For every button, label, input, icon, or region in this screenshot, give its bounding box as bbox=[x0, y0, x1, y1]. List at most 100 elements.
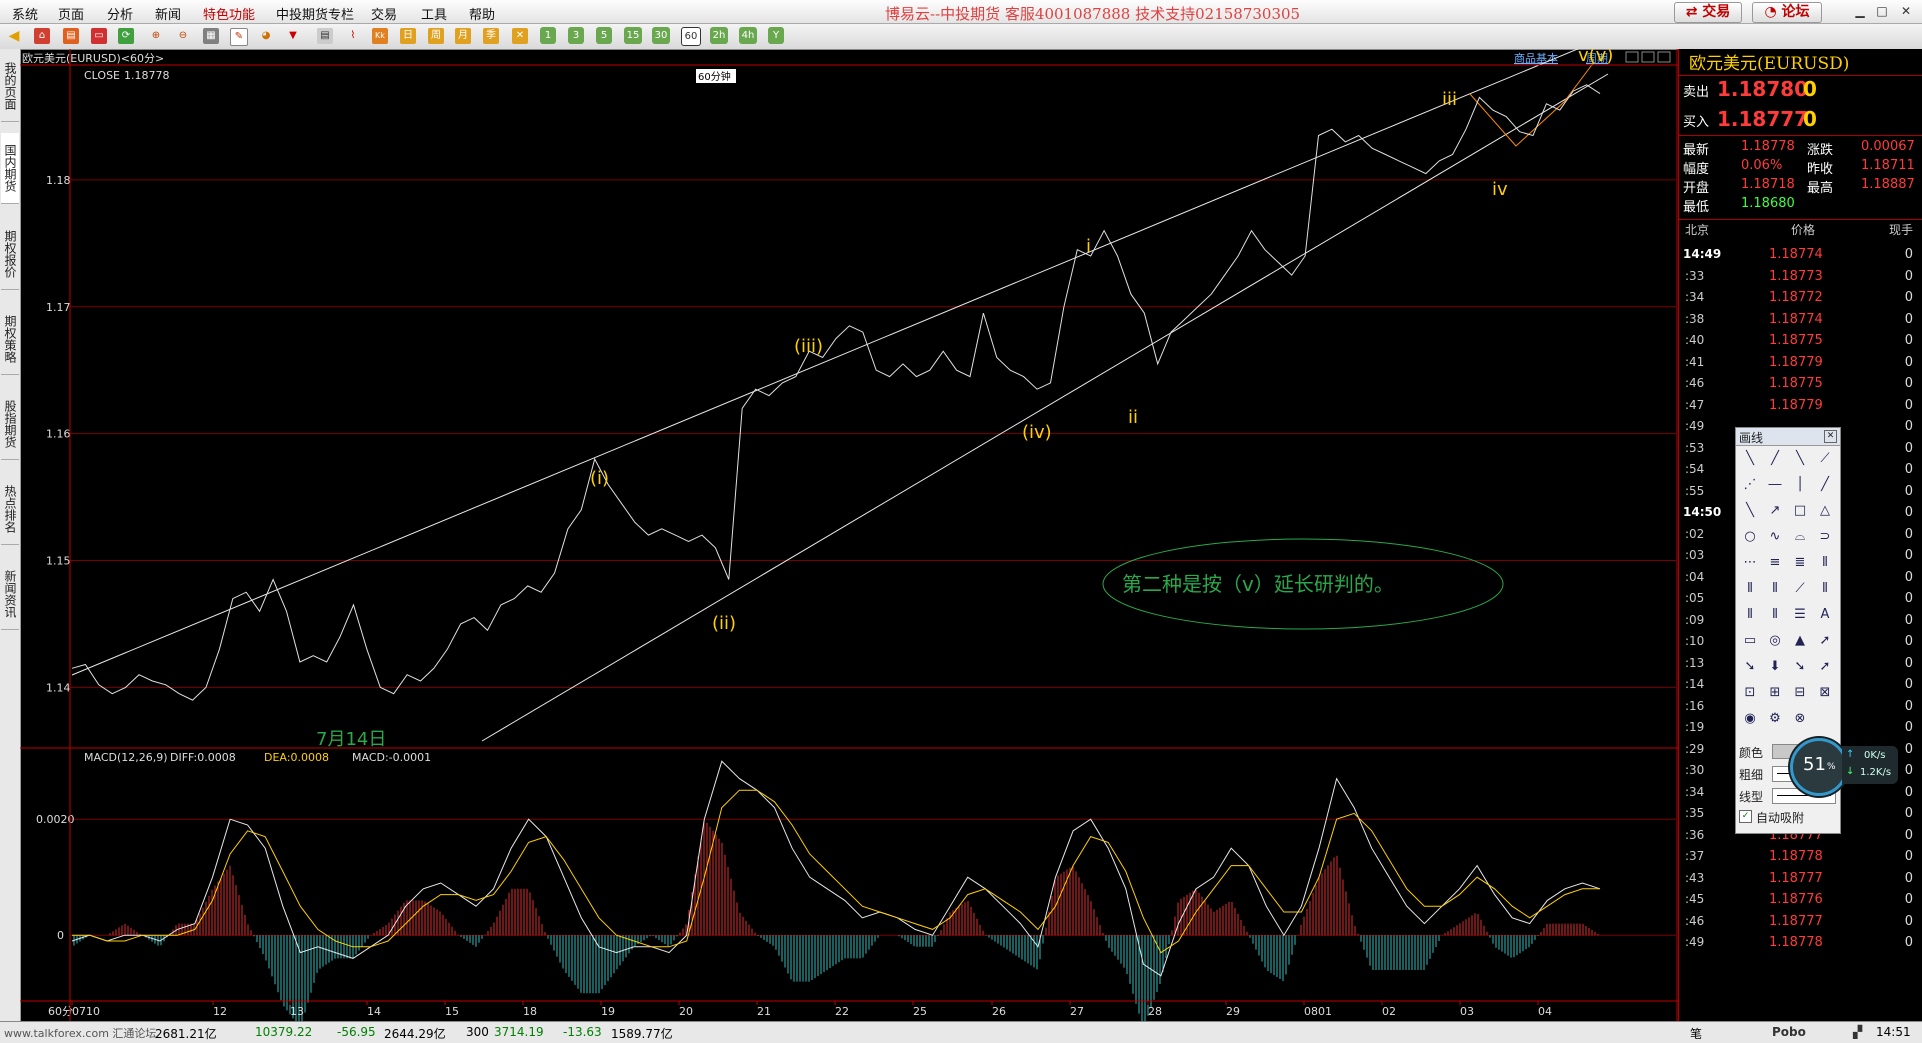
draw-tool-icon[interactable]: ⊡ bbox=[1741, 684, 1759, 702]
draw-tool-icon[interactable]: ╲ bbox=[1741, 502, 1759, 520]
menu-features[interactable]: 特色功能 bbox=[203, 4, 255, 23]
draw-tool-icon[interactable]: ≣ bbox=[1791, 554, 1809, 572]
period-1-button[interactable]: 1 bbox=[540, 27, 556, 44]
layout-icon[interactable]: ▦ bbox=[203, 28, 219, 44]
page-icon[interactable]: ▤ bbox=[63, 28, 79, 44]
tab-domestic-futures[interactable]: 国内期货 bbox=[1, 133, 19, 204]
period-30-button[interactable]: 30 bbox=[652, 27, 670, 44]
draw-tool-icon[interactable]: ⬇ bbox=[1766, 658, 1784, 676]
draw-tool-icon[interactable]: │ bbox=[1791, 476, 1809, 494]
draw-tool-icon[interactable]: ≡ bbox=[1766, 554, 1784, 572]
window-icon[interactable]: ▭ bbox=[91, 28, 107, 44]
kline-icon[interactable]: Kk bbox=[372, 28, 388, 44]
table-icon[interactable]: ▤ bbox=[317, 28, 333, 44]
period-15-button[interactable]: 15 bbox=[624, 27, 642, 44]
day-icon[interactable]: 日 bbox=[400, 28, 416, 44]
draw-tool-icon[interactable]: ⦀ bbox=[1766, 606, 1784, 624]
period-3-button[interactable]: 3 bbox=[568, 27, 584, 44]
draw-tool-icon[interactable]: ― bbox=[1766, 476, 1784, 494]
draw-tool-icon[interactable]: ⦀ bbox=[1741, 606, 1759, 624]
price-chart[interactable]: 欧元美元(EURUSD)<60分> CLOSE 1.18778 60分钟 商品基… bbox=[20, 42, 1678, 1027]
draw-tool-icon[interactable]: □ bbox=[1791, 502, 1809, 520]
forum-button[interactable]: ◔ 论坛 bbox=[1752, 2, 1822, 23]
menu-column[interactable]: 中投期货专栏 bbox=[276, 4, 354, 23]
line-chart-icon[interactable]: ⌇ bbox=[345, 28, 361, 44]
period-2h-button[interactable]: 2h bbox=[710, 27, 728, 44]
week-icon[interactable]: 周 bbox=[428, 28, 444, 44]
pencil-icon[interactable]: ✎ bbox=[230, 28, 248, 46]
draw-tool-icon[interactable]: ➚ bbox=[1816, 632, 1834, 650]
draw-tool-icon[interactable]: ○ bbox=[1741, 528, 1759, 546]
menu-page[interactable]: 页面 bbox=[58, 4, 84, 23]
period-60-button[interactable]: 60 bbox=[681, 27, 701, 46]
menu-trade[interactable]: 交易 bbox=[371, 4, 397, 23]
draw-tool-icon[interactable]: ◎ bbox=[1766, 632, 1784, 650]
draw-tool-icon[interactable]: ⦀ bbox=[1816, 554, 1834, 572]
period-y-button[interactable]: Y bbox=[768, 27, 784, 44]
trade-button[interactable]: ⇄ 交易 bbox=[1674, 2, 1742, 23]
zoom-out-icon[interactable]: ⊖ bbox=[175, 28, 191, 44]
draw-tool-icon[interactable]: ╱ bbox=[1816, 476, 1834, 494]
tab-index-futures[interactable]: 股指期货 bbox=[1, 389, 19, 460]
draw-tool-icon[interactable]: ↗ bbox=[1766, 502, 1784, 520]
chart-max-icon[interactable] bbox=[1641, 51, 1655, 63]
draw-tool-icon[interactable]: ⊟ bbox=[1791, 684, 1809, 702]
chart-area[interactable]: 欧元美元(EURUSD)<60分> CLOSE 1.18778 60分钟 商品基… bbox=[20, 42, 1678, 1027]
draw-tool-icon[interactable]: ➘ bbox=[1791, 658, 1809, 676]
season-icon[interactable]: 季 bbox=[483, 28, 499, 44]
refresh-icon[interactable]: ⟳ bbox=[118, 28, 134, 44]
tab-option-quotes[interactable]: 期权报价 bbox=[1, 219, 19, 290]
draw-tool-icon[interactable]: ⦀ bbox=[1766, 580, 1784, 598]
menu-help[interactable]: 帮助 bbox=[469, 4, 495, 23]
draw-tool-icon[interactable]: ⟋ bbox=[1791, 580, 1809, 598]
draw-tool-icon[interactable]: ╱ bbox=[1766, 450, 1784, 468]
info-link[interactable]: 商品基本 bbox=[1514, 51, 1558, 65]
cross-icon[interactable]: ✕ bbox=[512, 28, 528, 44]
draw-tool-icon[interactable]: ⌓ bbox=[1791, 528, 1809, 546]
draw-tool-icon[interactable]: ⟋ bbox=[1816, 450, 1834, 468]
draw-tool-icon[interactable]: ▲ bbox=[1791, 632, 1809, 650]
draw-tool-icon[interactable]: △ bbox=[1816, 502, 1834, 520]
month-icon[interactable]: 月 bbox=[455, 28, 471, 44]
speed-gauge[interactable]: 51 % bbox=[1790, 738, 1848, 796]
menu-tools[interactable]: 工具 bbox=[421, 4, 447, 23]
home-icon[interactable]: ⌂ bbox=[34, 28, 50, 44]
auto-snap-checkbox[interactable]: ✓ bbox=[1739, 810, 1752, 823]
minimize-icon[interactable]: ▁ bbox=[1852, 3, 1868, 19]
menu-system[interactable]: 系统 bbox=[12, 4, 38, 23]
draw-tool-icon[interactable]: A bbox=[1816, 606, 1834, 624]
draw-tool-icon[interactable]: ⦀ bbox=[1816, 580, 1834, 598]
draw-tool-icon[interactable]: ⋯ bbox=[1741, 554, 1759, 572]
zoom-in-icon[interactable]: ⊕ bbox=[148, 28, 164, 44]
draw-tool-icon[interactable]: ⊃ bbox=[1816, 528, 1834, 546]
draw-tool-icon[interactable]: ⋰ bbox=[1741, 476, 1759, 494]
period-5-button[interactable]: 5 bbox=[596, 27, 612, 44]
menu-analysis[interactable]: 分析 bbox=[107, 4, 133, 23]
tab-option-strategy[interactable]: 期权策略 bbox=[1, 304, 19, 375]
paint-icon[interactable]: ◕ bbox=[258, 28, 274, 44]
maximize-icon[interactable]: □ bbox=[1874, 3, 1890, 19]
draw-tool-icon[interactable]: ╲ bbox=[1741, 450, 1759, 468]
draw-tool-icon[interactable]: ◉ bbox=[1741, 710, 1759, 728]
chart-close-icon[interactable] bbox=[1657, 51, 1671, 63]
palette-close-icon[interactable]: ✕ bbox=[1824, 430, 1837, 443]
draw-tool-icon[interactable]: ➘ bbox=[1741, 658, 1759, 676]
period-4h-button[interactable]: 4h bbox=[739, 27, 757, 44]
draw-tool-icon[interactable]: ⊞ bbox=[1766, 684, 1784, 702]
draw-tool-icon[interactable]: ⦀ bbox=[1741, 580, 1759, 598]
draw-tool-icon[interactable]: ╲ bbox=[1791, 450, 1809, 468]
draw-tool-icon[interactable]: ➚ bbox=[1816, 658, 1834, 676]
back-arrow-icon[interactable]: ◀ bbox=[6, 28, 22, 44]
tab-my-page[interactable]: 我的页面 bbox=[1, 51, 19, 122]
draw-tool-icon[interactable]: ⊗ bbox=[1791, 710, 1809, 728]
tab-news[interactable]: 新闻资讯 bbox=[1, 559, 19, 630]
draw-tool-icon[interactable]: ☰ bbox=[1791, 606, 1809, 624]
chart-min-icon[interactable] bbox=[1625, 51, 1639, 63]
draw-tool-icon[interactable]: ⚙ bbox=[1766, 710, 1784, 728]
menu-news[interactable]: 新闻 bbox=[155, 4, 181, 23]
tab-hot-ranking[interactable]: 热点排名 bbox=[1, 474, 19, 545]
draw-tool-icon[interactable]: ▭ bbox=[1741, 632, 1759, 650]
draw-tool-icon[interactable]: ⊠ bbox=[1816, 684, 1834, 702]
draw-tool-icon[interactable]: ∿ bbox=[1766, 528, 1784, 546]
close-icon[interactable]: ✕ bbox=[1898, 3, 1914, 19]
